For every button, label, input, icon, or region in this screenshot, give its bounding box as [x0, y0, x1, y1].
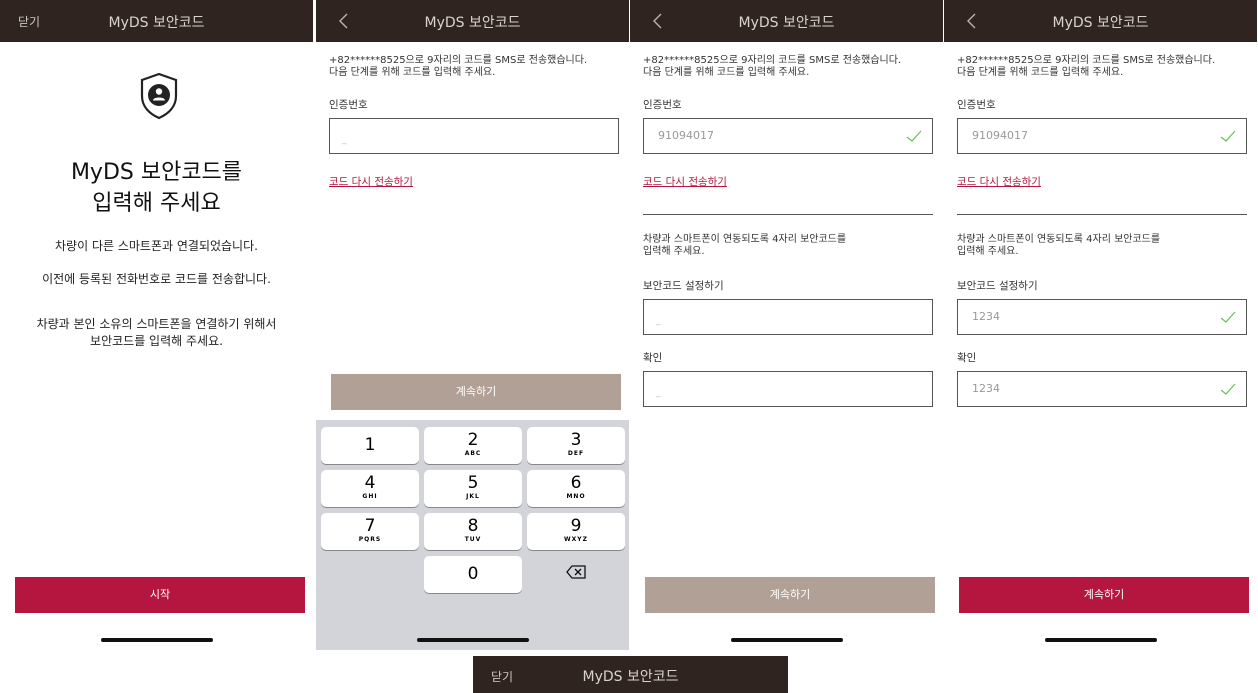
confirm-code-input[interactable]: 1234 — [957, 371, 1247, 407]
page-title: MyDS 보안코드 — [424, 15, 521, 31]
key-1[interactable]: 1 — [321, 427, 419, 464]
code-input[interactable]: 91094017 — [957, 118, 1247, 154]
header-bar: 닫기 MyDS 보안코드 — [0, 0, 313, 42]
key-5[interactable]: 5 JKL — [424, 470, 522, 507]
code-label: 인증번호 — [329, 99, 368, 111]
header-bar: MyDS 보안코드 — [316, 0, 629, 42]
message-instructions: 차량과 본인 소유의 스마트폰을 연결하기 위해서 보안코드를 입력해 주세요. — [36, 317, 277, 348]
divider — [957, 214, 1247, 215]
code-value: 91094017 — [658, 129, 714, 142]
check-icon — [1220, 383, 1236, 395]
key-6[interactable]: 6 MNO — [527, 470, 625, 507]
message-send-code: 이전에 등록된 전화번호로 코드를 전송합니다. — [42, 272, 271, 286]
header-bar-bottom: 닫기 MyDS 보안코드 — [473, 656, 788, 693]
divider — [643, 214, 933, 215]
message-connected: 차량이 다른 스마트폰과 연결되었습니다. — [55, 239, 258, 253]
key-8[interactable]: 8 TUV — [424, 513, 522, 550]
resend-code-link[interactable]: 코드 다시 전송하기 — [643, 174, 727, 189]
check-icon — [1220, 130, 1236, 142]
resend-code-link[interactable]: 코드 다시 전송하기 — [957, 174, 1041, 189]
resend-code-link[interactable]: 코드 다시 전송하기 — [329, 174, 413, 189]
home-indicator[interactable] — [1044, 638, 1157, 642]
home-indicator[interactable] — [416, 638, 529, 642]
key-0[interactable]: 0 — [424, 556, 522, 593]
header-bar: MyDS 보안코드 — [630, 0, 943, 42]
sms-info-text: +82******8525으로 9자리의 코드를 SMS로 전송했습니다. 다음… — [329, 55, 588, 78]
code-label: 인증번호 — [643, 99, 682, 111]
numeric-keypad: 1 2 ABC 3 DEF 4 GHI 5 JKL 6 MNO 7 PQRS 8 TUV 9W… — [316, 420, 629, 650]
screen-set-code-empty: MyDS 보안코드 +82******8525으로 9자리의 코드를 SMS로 … — [630, 0, 943, 650]
key-7[interactable]: 7 PQRS — [321, 513, 419, 550]
home-indicator[interactable] — [730, 638, 843, 642]
header-bar: MyDS 보안코드 — [944, 0, 1257, 42]
key-3[interactable]: 3 DEF — [527, 427, 625, 464]
screen-intro: 닫기 MyDS 보안코드 MyDS 보안코드를 입력해 주세요 차량이 다른 스… — [0, 0, 313, 650]
key-9[interactable]: 9 WXYZ — [527, 513, 625, 550]
confirm-code-placeholder: _ — [656, 388, 661, 398]
set-code-value: 1234 — [972, 310, 1000, 323]
set-code-input[interactable]: _ — [643, 299, 933, 335]
continue-button[interactable]: 계속하기 — [645, 577, 935, 613]
backspace-icon — [566, 565, 586, 579]
confirm-code-value: 1234 — [972, 382, 1000, 395]
home-indicator[interactable] — [100, 638, 213, 642]
sms-info-text: +82******8525으로 9자리의 코드를 SMS로 전송했습니다. 다음… — [957, 55, 1216, 78]
check-icon — [1220, 311, 1236, 323]
continue-button[interactable]: 계속하기 — [959, 577, 1249, 613]
set-code-label: 보안코드 설정하기 — [957, 280, 1038, 292]
key-4[interactable]: 4 GHI — [321, 470, 419, 507]
set-code-input[interactable]: 1234 — [957, 299, 1247, 335]
page-title: MyDS 보안코드 — [108, 15, 205, 31]
key-2[interactable]: 2 ABC — [424, 427, 522, 464]
confirm-code-input[interactable]: _ — [643, 371, 933, 407]
check-icon — [906, 130, 922, 142]
code-label: 인증번호 — [957, 99, 996, 111]
confirm-code-label: 확인 — [643, 352, 663, 364]
security-code-description: 차량과 스마트폰이 연동되도록 4자리 보안코드를 입력해 주세요. — [957, 234, 1161, 257]
main-heading: MyDS 보안코드를 입력해 주세요 — [70, 160, 243, 216]
code-placeholder: _ — [342, 135, 347, 145]
screen-set-code-filled: MyDS 보안코드 +82******8525으로 9자리의 코드를 SMS로 … — [944, 0, 1257, 650]
confirm-code-label: 확인 — [957, 352, 977, 364]
sms-info-text: +82******8525으로 9자리의 코드를 SMS로 전송했습니다. 다음… — [643, 55, 902, 78]
set-code-label: 보안코드 설정하기 — [643, 280, 724, 292]
screen-code-entry: MyDS 보안코드 +82******8525으로 9자리의 코드를 SMS로 … — [316, 0, 629, 650]
page-title: MyDS 보안코드 — [738, 15, 835, 31]
code-input[interactable]: _ — [329, 118, 619, 154]
security-code-description: 차량과 스마트폰이 연동되도록 4자리 보안코드를 입력해 주세요. — [643, 234, 847, 257]
start-button[interactable]: 시작 — [15, 577, 305, 613]
set-code-placeholder: _ — [656, 316, 661, 326]
continue-button[interactable]: 계속하기 — [331, 374, 621, 410]
backspace-key[interactable] — [527, 556, 625, 593]
shield-user-icon — [140, 72, 178, 120]
code-value: 91094017 — [972, 129, 1028, 142]
page-title: MyDS 보안코드 — [1052, 15, 1149, 31]
code-input[interactable]: 91094017 — [643, 118, 933, 154]
page-title: MyDS 보안코드 — [582, 669, 679, 685]
